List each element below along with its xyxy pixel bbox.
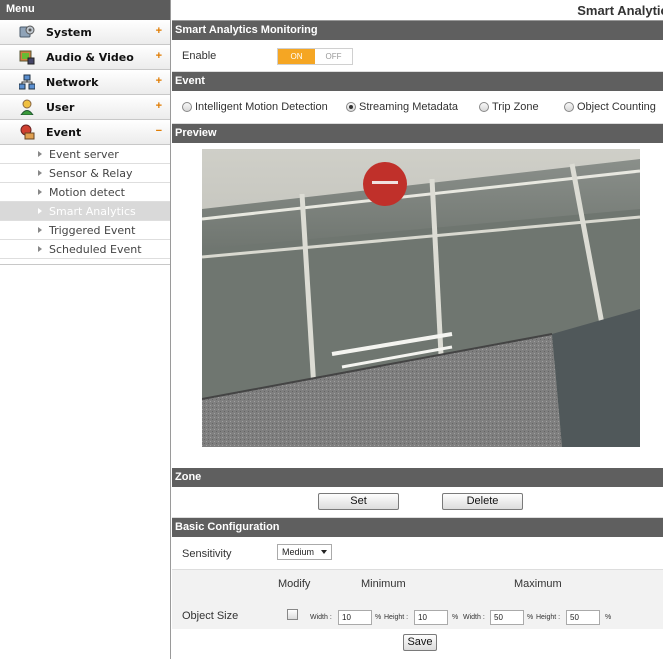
expand-icon[interactable]: + — [156, 75, 162, 87]
radio-button-checked[interactable] — [346, 102, 356, 113]
radio-trip-zone[interactable]: Trip Zone — [479, 101, 539, 113]
menu-item-audio-video[interactable]: Audio & Video + — [0, 45, 170, 70]
section-header-zone: Zone — [172, 468, 663, 487]
network-icon — [16, 74, 38, 90]
expand-icon[interactable]: + — [156, 25, 162, 37]
camera-scene — [202, 149, 640, 447]
section-header-monitoring: Smart Analytics Monitoring — [172, 21, 663, 40]
min-height-label: Height : — [384, 614, 409, 621]
sensitivity-row: Sensitivity Medium — [172, 537, 663, 570]
toggle-off[interactable]: OFF — [315, 49, 352, 64]
min-height-input[interactable]: 10 — [414, 610, 448, 625]
submenu-item-event-server[interactable]: Event server — [0, 145, 170, 164]
max-height-label: Height : — [536, 614, 561, 621]
max-width-input[interactable]: 50 — [490, 610, 524, 625]
maximum-header: Maximum — [514, 578, 562, 590]
system-gear-icon — [16, 24, 38, 40]
dropdown-caret-icon — [321, 550, 327, 554]
percent-sign: % — [605, 614, 612, 621]
menu-item-label: Event — [46, 125, 82, 139]
submenu-item-smart-analytics[interactable]: Smart Analytics — [0, 202, 170, 221]
percent-sign: % — [452, 614, 459, 621]
submenu-item-sensor-relay[interactable]: Sensor & Relay — [0, 164, 170, 183]
arrow-right-icon — [38, 208, 42, 214]
max-height-input[interactable]: 50 — [566, 610, 600, 625]
camera-icon — [16, 49, 38, 65]
radio-object-counting[interactable]: Object Counting — [564, 101, 656, 113]
percent-sign: % — [527, 614, 534, 621]
radio-button[interactable] — [182, 102, 192, 113]
object-size-row: Modify Minimum Maximum Object Size Width… — [172, 570, 663, 629]
section-header-event: Event — [172, 72, 663, 91]
arrow-right-icon — [38, 246, 42, 252]
event-submenu: Event server Sensor & Relay Motion detec… — [0, 145, 170, 265]
expand-icon[interactable]: + — [156, 100, 162, 112]
expand-icon[interactable]: + — [156, 50, 162, 62]
modify-header: Modify — [278, 578, 311, 590]
submenu-item-motion-detect[interactable]: Motion detect — [0, 183, 170, 202]
max-width-label: Width : — [463, 614, 485, 621]
save-row: Save — [172, 629, 663, 659]
page-title: Smart Analytics — [172, 0, 663, 21]
menu-item-system[interactable]: System + — [0, 20, 170, 45]
menu-item-user[interactable]: User + — [0, 95, 170, 120]
camera-preview-image[interactable] — [202, 149, 640, 447]
arrow-right-icon — [38, 227, 42, 233]
object-size-label: Object Size — [182, 610, 239, 622]
menu-item-label: System — [46, 25, 92, 39]
set-button[interactable]: Set — [318, 493, 399, 510]
main-content: Smart Analytics Smart Analytics Monitori… — [172, 0, 663, 659]
radio-button[interactable] — [479, 102, 489, 113]
enable-label: Enable — [182, 50, 217, 62]
arrow-right-icon — [38, 151, 42, 157]
menu-item-label: User — [46, 100, 75, 114]
enable-toggle[interactable]: ON OFF — [277, 48, 353, 65]
save-button[interactable]: Save — [403, 634, 437, 651]
sensitivity-label: Sensitivity — [182, 548, 232, 560]
sensitivity-select[interactable]: Medium — [277, 544, 332, 560]
arrow-right-icon — [38, 189, 42, 195]
menu-item-event[interactable]: Event − — [0, 120, 170, 145]
toggle-on[interactable]: ON — [278, 49, 315, 64]
zone-row: Set Delete — [172, 487, 663, 518]
delete-button[interactable]: Delete — [442, 493, 523, 510]
collapse-icon[interactable]: − — [156, 125, 162, 137]
minimum-header: Minimum — [361, 578, 406, 590]
submenu-item-scheduled-event[interactable]: Scheduled Event — [0, 240, 170, 259]
event-icon — [16, 124, 38, 140]
modify-checkbox[interactable] — [287, 609, 298, 620]
min-width-label: Width : — [310, 614, 332, 621]
enable-row: Enable ON OFF — [172, 40, 663, 72]
min-width-input[interactable]: 10 — [338, 610, 372, 625]
menu-item-network[interactable]: Network + — [0, 70, 170, 95]
event-options-row: Intelligent Motion Detection Streaming M… — [172, 91, 663, 124]
radio-button[interactable] — [564, 102, 574, 113]
sidebar: Menu System + Audio & Video + Network + … — [0, 0, 171, 659]
menu-item-label: Network — [46, 75, 99, 89]
section-header-basic-configuration: Basic Configuration — [172, 518, 663, 537]
section-header-preview: Preview — [172, 124, 663, 143]
radio-streaming-metadata[interactable]: Streaming Metadata — [346, 101, 458, 113]
radio-intelligent-motion-detection[interactable]: Intelligent Motion Detection — [182, 101, 328, 113]
percent-sign: % — [375, 614, 382, 621]
user-icon — [16, 99, 38, 115]
arrow-right-icon — [38, 170, 42, 176]
menu-item-label: Audio & Video — [46, 50, 134, 64]
menu-header: Menu — [0, 0, 170, 20]
submenu-item-triggered-event[interactable]: Triggered Event — [0, 221, 170, 240]
